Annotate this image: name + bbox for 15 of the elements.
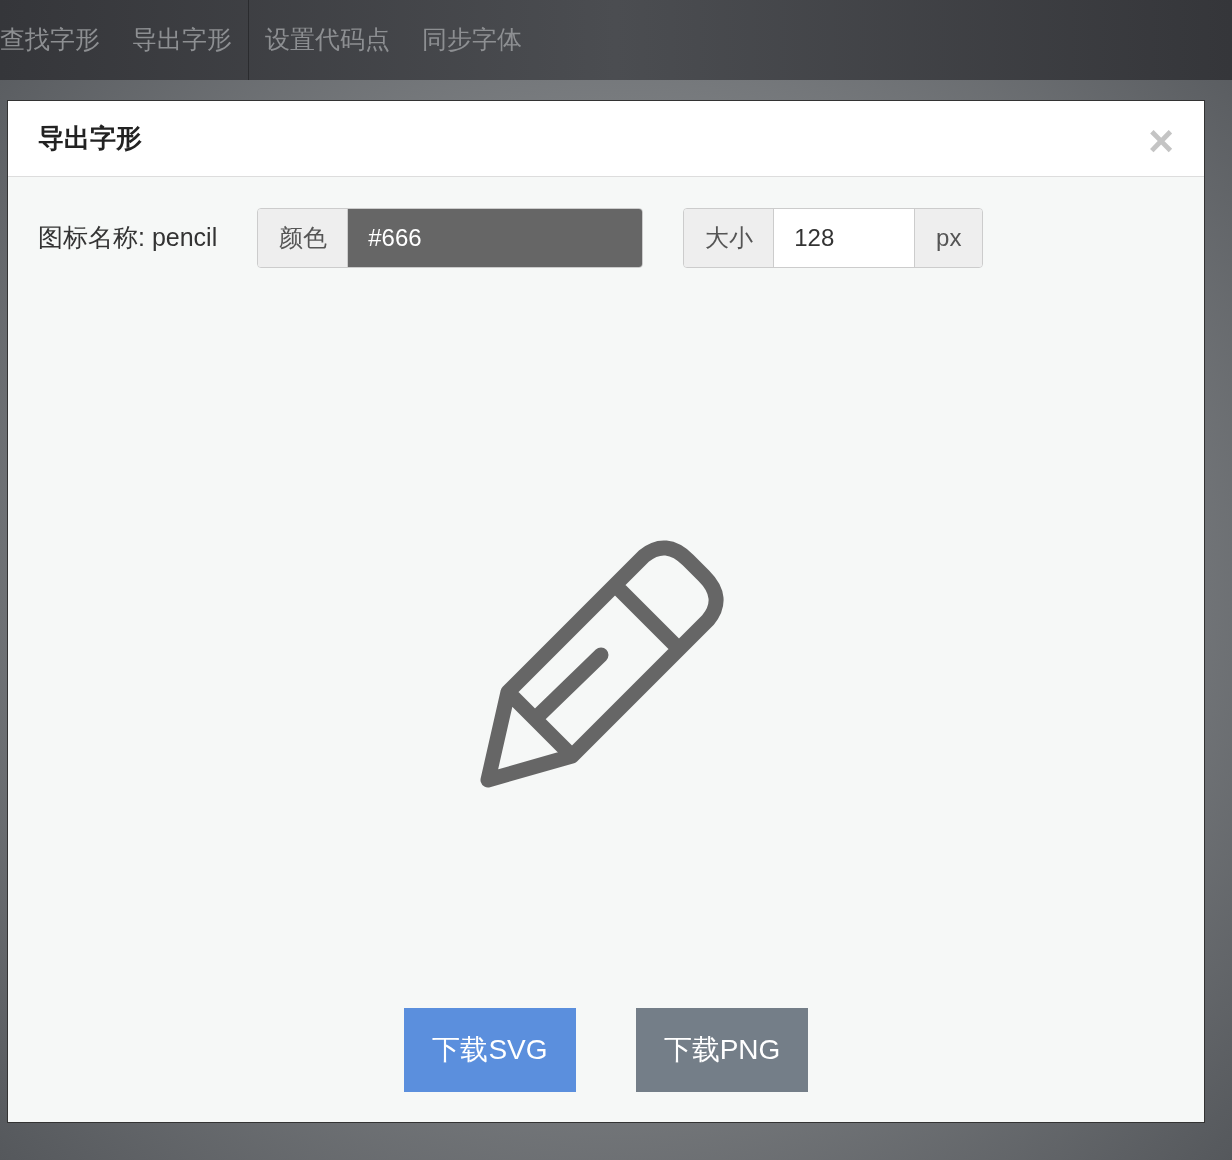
nav-link[interactable]: 导出字形 [132,21,232,59]
nav-link[interactable]: 设置代码点 [265,21,390,59]
icon-name-label: 图标名称: pencil [38,222,218,254]
size-label: 大小 [684,209,775,267]
size-field[interactable]: 大小 128 px [683,208,984,268]
download-button[interactable]: 下载PNG [636,1008,808,1092]
dialog-title: 导出字形 [38,122,142,155]
nav-link[interactable]: 同步字体 [422,21,522,59]
color-input[interactable]: #666 [348,209,643,267]
nav-link[interactable]: 查找字形 [0,21,100,59]
download-button[interactable]: 下载SVG [404,1008,576,1092]
size-input[interactable]: 128 [774,209,915,267]
color-field[interactable]: 颜色 #666 [257,208,644,268]
size-unit: px [914,209,983,267]
color-label: 颜色 [258,209,349,267]
